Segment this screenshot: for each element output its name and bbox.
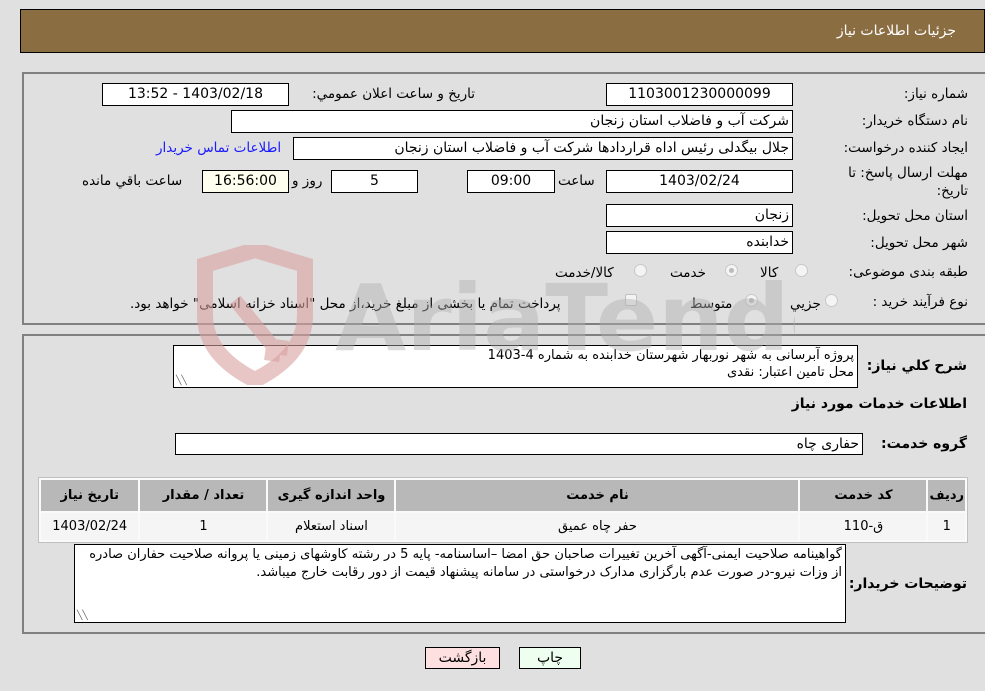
- buyer-notes-text: گواهینامه صلاحیت ایمنی-آگهی آخرین تغییرا…: [89, 547, 842, 580]
- deadline-time-field: 09:00: [467, 170, 555, 193]
- purchase-type-radio-minor[interactable]: [825, 294, 838, 307]
- buyer-org-label: نام دستگاه خریدار:: [861, 113, 968, 129]
- cell-need-date: 1403/02/24: [41, 513, 139, 540]
- buyer-org-field: شرکت آب و فاضلاب استان زنجان: [231, 110, 793, 133]
- days-label: روز و: [292, 173, 323, 189]
- cell-service-code: ق-110: [800, 513, 927, 540]
- remaining-time-field: 16:56:00: [202, 170, 289, 193]
- buyer-contact-link[interactable]: اطلاعات تماس خریدار: [156, 140, 281, 156]
- service-group-field: حفاری چاه: [175, 433, 863, 455]
- category-radio-goods[interactable]: [795, 264, 808, 277]
- deadline-label: مهلت ارسال پاسخ: تا تاریخ:: [848, 165, 968, 199]
- category-option-goods: کالا: [760, 265, 779, 281]
- table-row: 1 ق-110 حفر چاه عمیق اسناد استعلام 1 140…: [41, 513, 965, 540]
- category-radio-goods-service[interactable]: [634, 264, 647, 277]
- category-label: طبقه بندی موضوعی:: [848, 264, 968, 280]
- deadline-time-label: ساعت: [558, 173, 595, 189]
- resize-handle-icon[interactable]: ╲╲: [77, 611, 88, 621]
- col-service-code: کد خدمت: [800, 480, 927, 511]
- cell-service-name: حفر چاه عمیق: [396, 513, 799, 540]
- announce-datetime-label: تاریخ و ساعت اعلان عمومي:: [312, 86, 475, 102]
- city-field: خدابنده: [606, 231, 793, 254]
- category-option-service: خدمت: [670, 265, 706, 281]
- cell-unit: اسناد استعلام: [268, 513, 395, 540]
- remaining-time-label: ساعت باقي مانده: [82, 173, 183, 189]
- cell-row-number: 1: [928, 513, 965, 540]
- buyer-notes-textarea[interactable]: گواهینامه صلاحیت ایمنی-آگهی آخرین تغییرا…: [74, 544, 846, 623]
- cell-quantity: 1: [140, 513, 267, 540]
- col-unit: واحد اندازه گیری: [268, 480, 395, 511]
- col-quantity: تعداد / مقدار: [140, 480, 267, 511]
- announce-datetime-field: 1403/02/18 - 13:52: [102, 83, 289, 106]
- services-table: ردیف کد خدمت نام خدمت واحد اندازه گیری ت…: [38, 477, 968, 543]
- description-line-1: پروژه آبرسانی به شهر نوربهار شهرستان خدا…: [487, 348, 854, 363]
- table-header-row: ردیف کد خدمت نام خدمت واحد اندازه گیری ت…: [41, 480, 965, 511]
- province-field: زنجان: [606, 204, 793, 227]
- description-label: شرح کلي نیاز:: [866, 358, 967, 374]
- purchase-type-radio-medium[interactable]: [745, 294, 758, 307]
- col-need-date: تاریخ نیاز: [41, 480, 139, 511]
- print-button[interactable]: چاپ: [519, 647, 581, 669]
- services-section-title: اطلاعات خدمات مورد نیاز: [791, 396, 967, 412]
- resize-handle-icon[interactable]: ╲╲: [176, 376, 187, 386]
- col-service-name: نام خدمت: [396, 480, 799, 511]
- deadline-date-field: 1403/02/24: [606, 170, 793, 193]
- col-row-number: ردیف: [928, 480, 965, 511]
- description-line-2: محل تامین اعتبار: نقدی: [727, 365, 854, 380]
- page-header: جزئیات اطلاعات نیاز: [20, 9, 985, 53]
- treasury-note: پرداخت تمام یا بخشی از مبلغ خرید،از محل …: [130, 296, 561, 312]
- category-option-goods-service: کالا/خدمت: [555, 265, 614, 281]
- purchase-type-option-medium: متوسط: [690, 296, 733, 312]
- city-label: شهر محل تحویل:: [870, 235, 968, 251]
- back-button[interactable]: بازگشت: [425, 647, 500, 669]
- remaining-days-field: 5: [331, 170, 418, 193]
- treasury-checkbox[interactable]: [625, 294, 637, 306]
- category-radio-service[interactable]: [725, 264, 738, 277]
- need-number-field: 1103001230000099: [606, 83, 793, 106]
- page-title: جزئیات اطلاعات نیاز: [836, 23, 956, 39]
- requester-label: ایجاد کننده درخواست:: [843, 140, 968, 156]
- buyer-notes-label: توضیحات خریدار:: [848, 576, 967, 592]
- province-label: استان محل تحویل:: [862, 208, 968, 224]
- service-group-label: گروه خدمت:: [881, 436, 967, 452]
- description-textarea[interactable]: پروژه آبرسانی به شهر نوربهار شهرستان خدا…: [173, 345, 858, 388]
- requester-field: جلال بیگدلی رئیس اداه قراردادها شرکت آب …: [293, 137, 793, 160]
- purchase-type-label: نوع فرآیند خرید :: [872, 294, 968, 310]
- purchase-type-option-minor: جزیي: [790, 296, 821, 312]
- need-number-label: شماره نیاز:: [903, 86, 968, 102]
